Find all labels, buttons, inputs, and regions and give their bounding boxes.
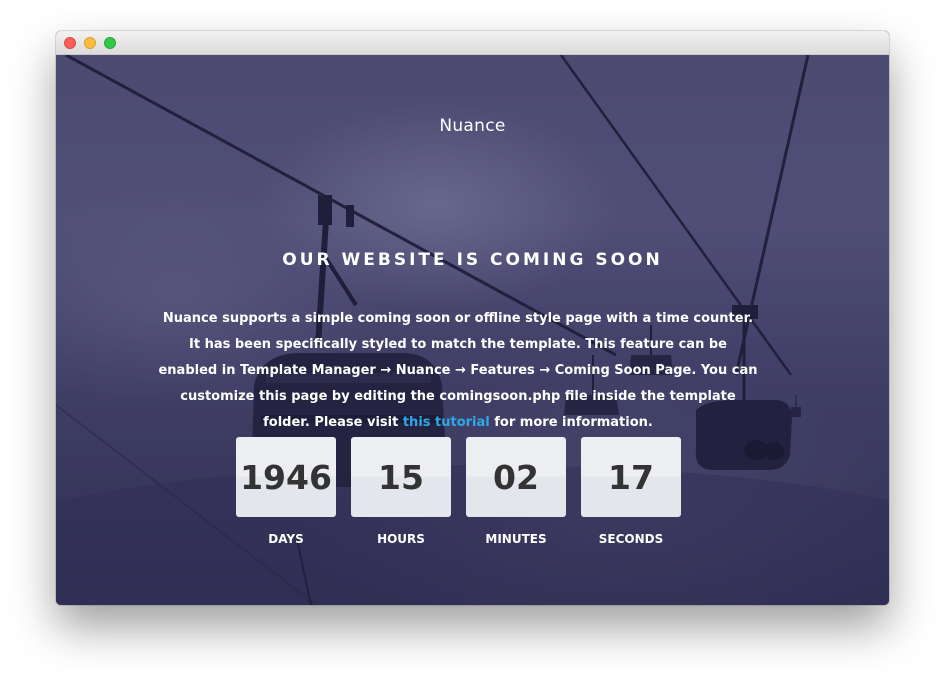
coming-soon-description: Nuance supports a simple coming soon or … bbox=[158, 306, 758, 436]
minimize-window-icon[interactable] bbox=[84, 37, 96, 49]
countdown-minutes: 02 MINUTES bbox=[466, 437, 566, 546]
coming-soon-page: Nuance OUR WEBSITE IS COMING SOON Nuance… bbox=[56, 55, 889, 605]
close-window-icon[interactable] bbox=[64, 37, 76, 49]
window-titlebar[interactable] bbox=[56, 31, 889, 55]
maximize-window-icon[interactable] bbox=[104, 37, 116, 49]
countdown-days-value: 1946 bbox=[236, 437, 336, 517]
countdown-seconds-label: SECONDS bbox=[598, 532, 664, 546]
countdown-hours-value: 15 bbox=[351, 437, 451, 517]
countdown-hours-label: HOURS bbox=[377, 532, 425, 546]
countdown-seconds-value: 17 bbox=[581, 437, 681, 517]
countdown-minutes-value: 02 bbox=[466, 437, 566, 517]
site-brand[interactable]: Nuance bbox=[56, 116, 889, 136]
countdown-minutes-label: MINUTES bbox=[485, 532, 547, 546]
page-title: OUR WEBSITE IS COMING SOON bbox=[282, 250, 663, 270]
description-text: Nuance supports a simple coming soon or … bbox=[158, 311, 758, 430]
tutorial-link[interactable]: this tutorial bbox=[403, 415, 490, 430]
countdown-seconds: 17 SECONDS bbox=[581, 437, 681, 546]
countdown-days-label: DAYS bbox=[268, 532, 304, 546]
countdown-days: 1946 DAYS bbox=[236, 437, 336, 546]
description-text-end: for more information. bbox=[489, 415, 653, 430]
browser-window: Nuance OUR WEBSITE IS COMING SOON Nuance… bbox=[56, 31, 889, 605]
countdown-hours: 15 HOURS bbox=[351, 437, 451, 546]
countdown-timer: 1946 DAYS 15 HOURS 02 MINUTES 17 SECONDS bbox=[236, 437, 696, 557]
